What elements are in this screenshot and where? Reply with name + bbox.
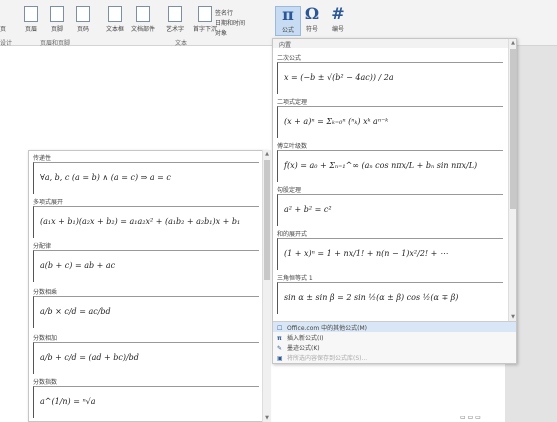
date-time-command[interactable]: 日期和时间 <box>215 18 245 27</box>
hash-icon: # <box>331 4 345 23</box>
ribbon-button-label: 编号 <box>331 26 344 33</box>
scroll-up-icon[interactable]: ▲ <box>264 151 270 157</box>
ribbon-button-docparts[interactable]: 文档部件 <box>130 6 156 36</box>
menu-item-label: 墨迹公式(K) <box>287 345 320 352</box>
scroll-up-icon[interactable]: ▲ <box>510 40 516 46</box>
gallery-item-title: 二项式定理 <box>277 99 308 106</box>
gallery-scrollbar[interactable]: ▲ ▼ <box>508 39 516 321</box>
gallery-item-title: 勾股定理 <box>277 187 302 194</box>
panel-item-title: 分数相加 <box>33 335 58 342</box>
ribbon-button-label: 公式 <box>281 27 294 34</box>
ribbon-button-header[interactable]: 页眉 <box>18 6 44 36</box>
omega-icon: Ω <box>304 4 320 23</box>
ribbon-button-number[interactable]: # 编号 <box>325 6 351 36</box>
gallery-equation-item[interactable]: f(x) = a₀ + Σₙ₌₁^∞ (aₙ cos nπx/L + bₙ si… <box>277 150 503 182</box>
status-bar-view-icons[interactable]: ▭ ▭ ▭ <box>460 414 481 421</box>
menu-item-label: 插入新公式(I) <box>287 335 324 342</box>
gallery-footer-item[interactable]: ☐ Office.com 中的其他公式(M) <box>273 322 516 332</box>
equation-list-panel: 传递性 ∀a, b, c (a = b) ∧ (a = c) ⇒ a = c 多项式… <box>28 150 268 422</box>
document-icon <box>136 6 150 22</box>
ribbon-button-equation[interactable]: π 公式 <box>275 6 301 36</box>
ribbon-button-wordart[interactable]: 艺术字 <box>162 6 188 36</box>
panel-item-title: 分数指数 <box>33 379 58 386</box>
menu-item-icon: ▣ <box>277 355 283 362</box>
ribbon-button-textbox[interactable]: 文本框 <box>102 6 128 36</box>
gallery-item-title: 和的展开式 <box>277 231 308 238</box>
panel-item-title: 分数相乘 <box>33 289 58 296</box>
gallery-equation-item[interactable]: (x + a)ⁿ = Σₖ₌₀ⁿ (ⁿₖ) xᵏ aⁿ⁻ᵏ <box>277 106 503 138</box>
panel-equation-item[interactable]: a/b × c/d = ac/bd <box>33 296 259 328</box>
object-command[interactable]: 对象 <box>215 28 227 37</box>
ribbon-button-footer[interactable]: 页脚 <box>44 6 70 36</box>
equation-gallery: 内置 二次公式 x = (−b ± √(b² − 4ac)) / 2a 二项式定理(… <box>272 38 517 364</box>
ribbon-button-label: 页脚 <box>50 26 63 33</box>
panel-item-title: 传递性 <box>33 155 52 162</box>
gallery-item-title: 二次公式 <box>277 55 302 62</box>
panel-scroll-thumb[interactable] <box>264 160 270 280</box>
menu-item-icon: ☐ <box>277 325 283 332</box>
panel-scrollbar[interactable]: ▲ ▼ <box>262 150 271 422</box>
menu-item-icon: π <box>277 335 282 342</box>
menu-item-label: 将所选内容保存到公式库(S)... <box>287 355 368 362</box>
ribbon-button-label: 页码 <box>76 26 89 33</box>
document-icon <box>76 6 90 22</box>
gallery-equation-item[interactable]: x = (−b ± √(b² − 4ac)) / 2a <box>277 62 503 94</box>
ribbon-button-label: 文本框 <box>105 26 124 33</box>
gallery-equation-item[interactable]: a² + b² = c² <box>277 194 503 226</box>
scroll-down-icon[interactable]: ▼ <box>510 314 516 320</box>
gallery-equation-item[interactable]: sin α ± sin β = 2 sin ½(α ± β) cos ½(α ∓… <box>277 282 503 314</box>
menu-item-icon: ✎ <box>277 345 283 352</box>
ribbon-button-page-number[interactable]: 页码 <box>70 6 96 36</box>
gallery-footer-item[interactable]: π 插入新公式(I) <box>273 332 516 342</box>
document-icon <box>198 6 212 22</box>
document-icon <box>108 6 122 22</box>
gallery-scroll-thumb[interactable] <box>510 49 516 209</box>
gallery-item-title: 三角恒等式 1 <box>277 275 313 282</box>
panel-equation-item[interactable]: (a₁x + b₁)(a₂x + b₂) = a₁a₂x² + (a₁b₂ + … <box>33 206 259 238</box>
gallery-item-title: 傅立叶级数 <box>277 143 308 150</box>
ribbon-button-label: 文档部件 <box>130 26 155 33</box>
ribbon-button-label: 页眉 <box>24 26 37 33</box>
document-icon <box>168 6 182 22</box>
panel-equation-item[interactable]: a/b + c/d = (ad + bc)/bd <box>33 342 259 374</box>
gallery-header: 内置 <box>273 39 516 49</box>
menu-item-label: Office.com 中的其他公式(M) <box>287 325 368 332</box>
panel-item-title: 多项式展开 <box>33 199 64 206</box>
gallery-footer-item[interactable]: ✎ 墨迹公式(K) <box>273 342 516 352</box>
gallery-footer-item: ▣ 将所选内容保存到公式库(S)... <box>273 352 516 362</box>
gallery-equation-item[interactable]: (1 + x)ⁿ = 1 + nx/1! + n(n − 1)x²/2! + ⋯ <box>277 238 503 270</box>
ribbon-button-label: 符号 <box>305 26 318 33</box>
panel-item-title: 分配律 <box>33 243 52 250</box>
ribbon-button-symbol[interactable]: Ω 符号 <box>299 6 325 36</box>
ribbon-cut-label: 页 <box>0 26 7 33</box>
panel-equation-item[interactable]: a(b + c) = ab + ac <box>33 250 259 282</box>
panel-equation-item[interactable]: a^(1/n) = ⁿ√a <box>33 386 259 418</box>
signature-line-command[interactable]: 签名行 <box>215 8 233 17</box>
panel-equation-item[interactable]: ∀a, b, c (a = b) ∧ (a = c) ⇒ a = c <box>33 162 259 194</box>
document-icon <box>24 6 38 22</box>
document-icon <box>50 6 64 22</box>
gallery-body: 二次公式 x = (−b ± √(b² − 4ac)) / 2a 二项式定理 (x +… <box>273 49 509 319</box>
ribbon-button-label: 艺术字 <box>165 26 184 33</box>
scroll-down-icon[interactable]: ▼ <box>264 415 270 421</box>
gallery-footer-menu: ☐ Office.com 中的其他公式(M) π 插入新公式(I) ✎ 墨迹公式(K) ▣ 将… <box>273 321 516 363</box>
pi-icon: π <box>282 5 294 24</box>
